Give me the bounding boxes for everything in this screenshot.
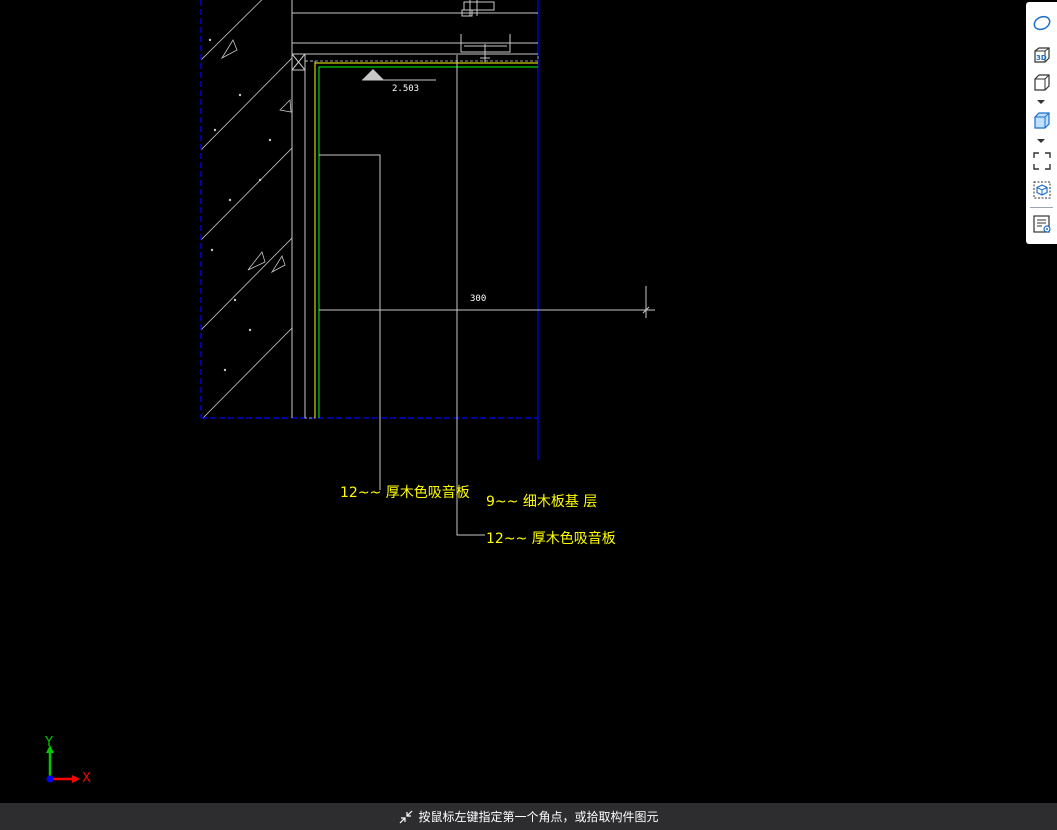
concrete-marks [208,38,292,372]
3d-view-icon: 3D [1033,47,1050,63]
annotation-panel-left: 12~~ 厚木色吸音板 [340,485,470,501]
cad-drawing-viewport[interactable]: 2.503 300 12~~ 厚木色吸音板 9~~ 细木板基 层 12~~ 厚木… [0,0,1057,803]
fullscreen-icon [1032,152,1051,170]
property-list-icon [1032,215,1051,233]
status-message: 按鼠标左键指定第一个角点，或拾取构件图元 [418,810,659,824]
view-toolbar: 3D [1026,2,1057,244]
annotation-panel-right: 12~~ 厚木色吸音板 [486,531,616,547]
pick-corner-icon [400,810,413,823]
ceiling-hanger [460,0,511,62]
elevation-dimension: 2.503 [392,84,420,94]
width-dimension: 300 [470,294,487,304]
chevron-down-icon[interactable] [1037,138,1045,144]
svg-text:3D: 3D [1036,54,1047,62]
toolbar-divider [1030,207,1053,208]
section-box-button[interactable] [1030,179,1053,201]
orbit-icon [1033,15,1050,31]
ucs-axis-indicator: Y X [40,735,96,789]
x-axis-label: X [82,771,91,786]
cube-solid-icon [1033,112,1050,129]
leader-lines [319,55,655,536]
cube-view-icon [1033,74,1050,91]
section-box-icon [1033,181,1050,199]
cad-drawing [200,0,655,536]
wall-hatch [201,0,292,418]
status-bar: 按鼠标左键指定第一个角点，或拾取构件图元 [0,803,1057,830]
boundary-lines [200,0,539,460]
orbit-button[interactable] [1030,12,1053,34]
finish-layers [304,53,539,419]
cube-view-button[interactable] [1030,72,1053,94]
annotation-board-9: 9~~ 细木板基 层 [486,494,598,510]
elevation-marker [362,69,436,81]
chevron-down-icon[interactable] [1037,99,1045,105]
fullscreen-button[interactable] [1030,150,1053,172]
y-axis-label: Y [45,735,53,750]
cube-solid-button[interactable] [1030,110,1053,132]
3d-view-button[interactable]: 3D [1030,44,1053,66]
property-list-button[interactable] [1030,213,1053,235]
